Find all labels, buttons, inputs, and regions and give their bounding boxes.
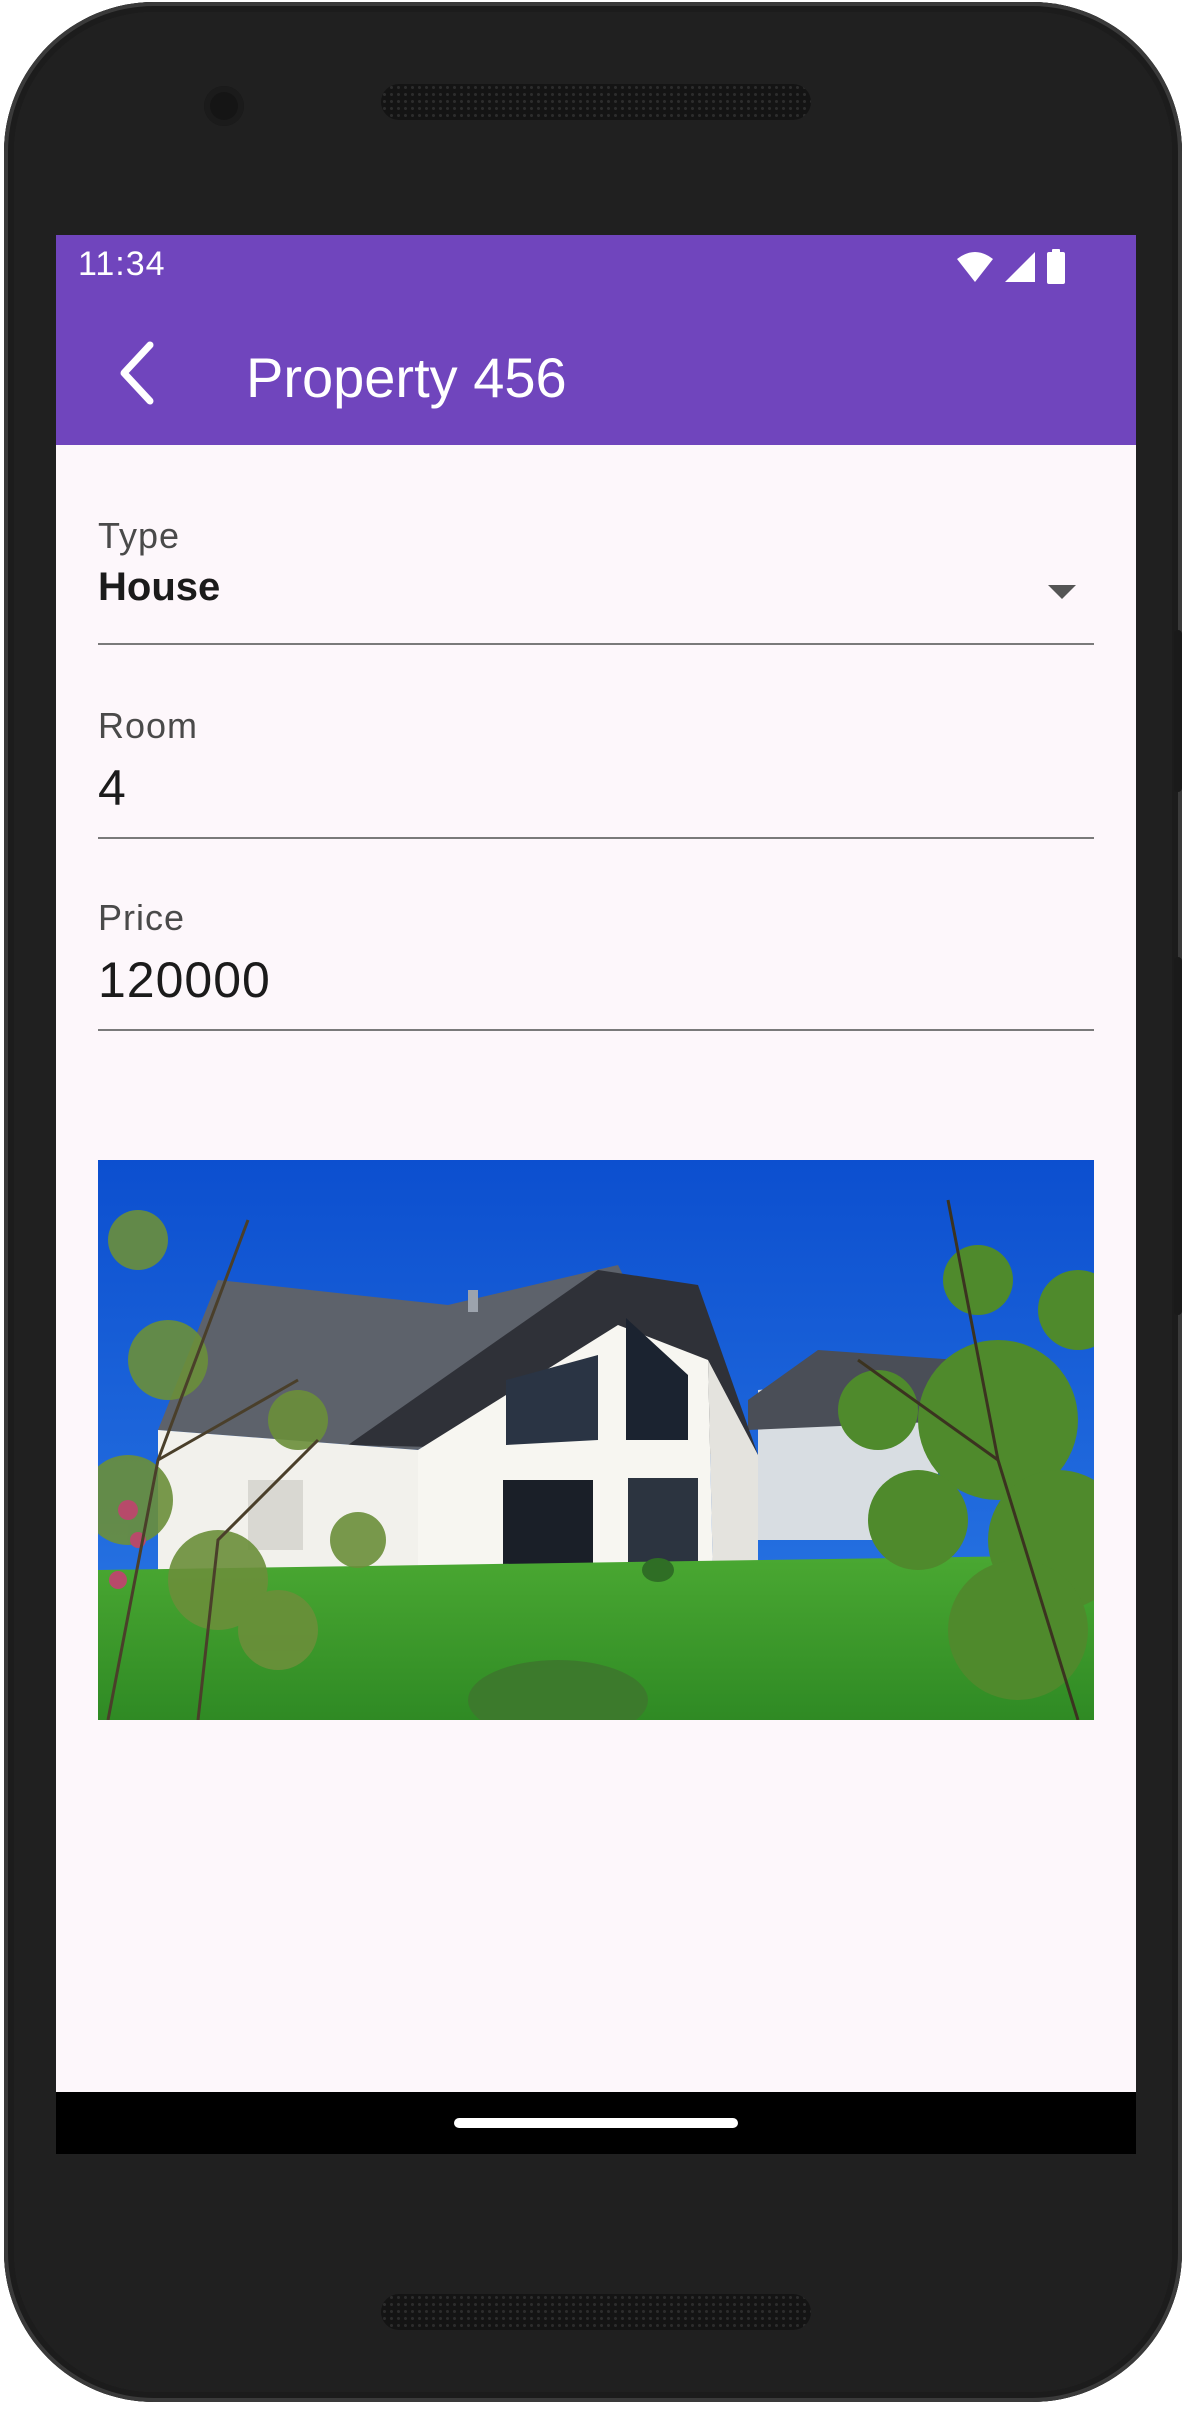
back-arrow-icon <box>120 341 154 405</box>
back-button[interactable] <box>96 333 176 413</box>
page-title: Property 456 <box>246 346 567 409</box>
house-image <box>98 1160 1094 1720</box>
screen: 11:34 Property 456 Type House Room 4 Pri… <box>56 235 1136 2154</box>
home-gesture-handle[interactable] <box>454 2118 738 2128</box>
volume-button <box>1174 957 1182 1315</box>
status-icons <box>956 249 1066 285</box>
power-button <box>1174 630 1182 792</box>
cell-signal-icon <box>1005 252 1035 282</box>
room-label: Room <box>98 705 199 746</box>
battery-icon <box>1047 249 1065 284</box>
room-value[interactable]: 4 <box>98 759 126 817</box>
phone-frame: 11:34 Property 456 Type House Room 4 Pri… <box>4 2 1182 2402</box>
property-photo <box>98 1160 1094 1720</box>
system-nav-bar <box>56 2092 1136 2154</box>
type-label: Type <box>98 515 181 556</box>
status-bar: 11:34 <box>56 235 1136 299</box>
status-time: 11:34 <box>78 245 166 283</box>
dropdown-arrow-icon <box>1048 585 1076 599</box>
bottom-speaker <box>381 2294 811 2330</box>
room-field[interactable]: Room 4 <box>98 705 1094 839</box>
type-value: House <box>98 565 221 609</box>
price-field[interactable]: Price 120000 <box>98 897 1094 1031</box>
wifi-icon <box>957 252 993 282</box>
earpiece-speaker <box>381 84 811 120</box>
type-dropdown[interactable]: Type House <box>98 515 1094 645</box>
price-value[interactable]: 120000 <box>98 951 271 1009</box>
app-bar: Property 456 <box>56 299 1136 445</box>
price-label: Price <box>98 897 186 938</box>
front-camera <box>204 86 244 126</box>
